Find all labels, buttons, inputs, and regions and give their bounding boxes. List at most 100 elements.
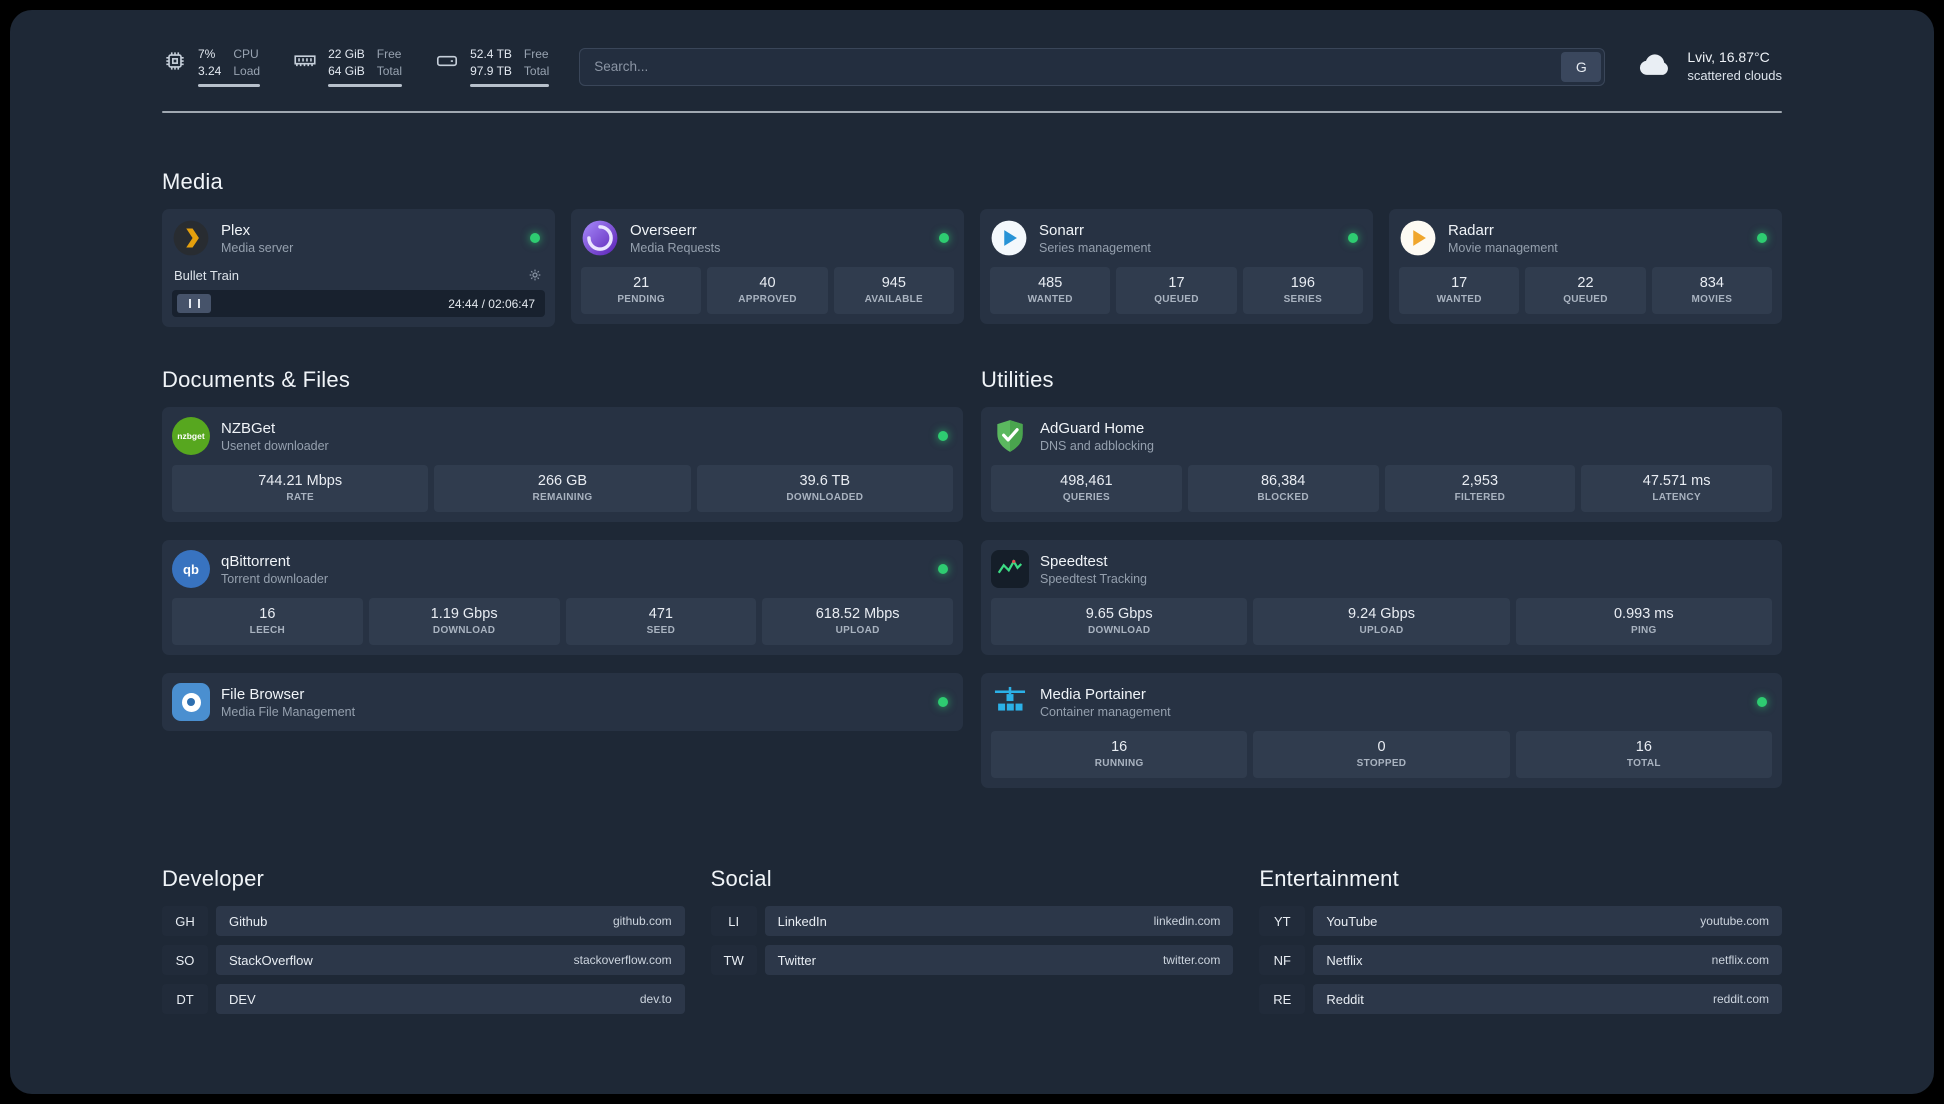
bookmarks-social: Social LI LinkedIn linkedin.com TW Twitt… [710, 866, 1234, 984]
stat-label: RATE [286, 492, 314, 503]
card-qbittorrent: qb qBittorrent Torrent downloader 16 LEE… [162, 540, 963, 655]
stat-label: AVAILABLE [864, 294, 924, 305]
speedtest-header[interactable]: Speedtest Speedtest Tracking [991, 550, 1772, 588]
search-bar[interactable]: G [579, 47, 1606, 86]
stat-tile: 21 PENDING [581, 267, 702, 314]
bookmark-name: LinkedIn [777, 913, 827, 929]
stat-tile: 40 APPROVED [707, 267, 828, 314]
bookmark-domain: youtube.com [1700, 914, 1769, 928]
nzbget-subtitle: Usenet downloader [221, 438, 329, 453]
card-speedtest: Speedtest Speedtest Tracking 9.65 Gbps D… [981, 540, 1782, 655]
bookmark-netflix[interactable]: NF Netflix netflix.com [1259, 945, 1782, 975]
stat-tile: 498,461 QUERIES [991, 465, 1182, 512]
bookmark-reddit[interactable]: RE Reddit reddit.com [1259, 984, 1782, 1014]
stat-value: 47.571 ms [1642, 473, 1711, 489]
stat-value: 17 [1168, 275, 1185, 291]
stat-tile: 86,384 BLOCKED [1187, 465, 1379, 512]
stat-value: 266 GB [537, 473, 588, 489]
pause-button[interactable] [177, 294, 211, 313]
bookmark-domain: linkedin.com [1153, 914, 1221, 928]
bookmark-name: StackOverflow [229, 952, 313, 968]
stat-tile: 266 GB REMAINING [434, 465, 691, 512]
nzbget-icon: nzbget [172, 417, 210, 455]
radarr-header[interactable]: Radarr Movie management [1399, 219, 1772, 257]
bookmark-dev[interactable]: DT DEV dev.to [162, 984, 685, 1014]
bookmark-name: YouTube [1326, 913, 1378, 929]
stat-tile: 1.19 Gbps DOWNLOAD [368, 598, 560, 645]
bookmark-name: Netflix [1326, 952, 1363, 968]
stat-value: 17 [1451, 275, 1468, 291]
player-time: 24:44 / 02:06:47 [448, 296, 535, 311]
sonarr-header[interactable]: Sonarr Series management [990, 219, 1363, 257]
stat-label: TOTAL [1626, 758, 1661, 769]
bookmark-linkedin[interactable]: LI LinkedIn linkedin.com [710, 906, 1234, 936]
bookmark-abbr: TW [710, 945, 757, 975]
qbittorrent-title: qBittorrent [221, 552, 291, 570]
radarr-icon [1399, 219, 1437, 257]
search-provider-button[interactable]: G [1561, 51, 1602, 82]
search-input[interactable] [580, 59, 1559, 74]
sonarr-subtitle: Series management [1039, 240, 1151, 255]
adguard-title: AdGuard Home [1040, 419, 1145, 437]
player-progress-bar[interactable]: 24:44 / 02:06:47 [172, 290, 545, 317]
bookmark-name: Reddit [1326, 991, 1364, 1007]
nzbget-icon-text: nzbget [177, 431, 205, 441]
stat-label: REMAINING [532, 492, 593, 503]
plex-status-dot [530, 233, 540, 243]
stat-tile: 196 SERIES [1242, 267, 1363, 314]
qbittorrent-header[interactable]: qb qBittorrent Torrent downloader [172, 550, 953, 588]
plex-title: Plex [221, 221, 251, 239]
stat-tile: 618.52 Mbps UPLOAD [762, 598, 953, 645]
card-sonarr: Sonarr Series management 485 WANTED 17 Q… [980, 209, 1373, 324]
adguard-header[interactable]: AdGuard Home DNS and adblocking [991, 417, 1772, 455]
nzbget-header[interactable]: nzbget NZBGet Usenet downloader [172, 417, 953, 455]
card-portainer: Media Portainer Container management 16 … [981, 673, 1782, 788]
stat-label: DOWNLOAD [432, 625, 496, 636]
gear-icon[interactable] [527, 267, 543, 283]
qbittorrent-status-dot [938, 564, 948, 574]
bookmark-domain: stackoverflow.com [573, 953, 672, 967]
stat-tile: 945 AVAILABLE [833, 267, 954, 314]
stat-value: 196 [1290, 275, 1315, 291]
stat-tile: 47.571 ms LATENCY [1581, 465, 1772, 512]
radarr-subtitle: Movie management [1448, 240, 1558, 255]
stat-tile: 22 QUEUED [1525, 267, 1646, 314]
qbittorrent-icon: qb [172, 550, 210, 588]
filebrowser-header[interactable]: File Browser Media File Management [172, 683, 953, 721]
stat-label: LEECH [249, 625, 286, 636]
memory-icon [292, 48, 318, 74]
now-playing-title: Bullet Train [174, 267, 240, 283]
utilities-column: Utilities AdGuard Home DNS and adblockin… [981, 367, 1782, 806]
stat-value: 834 [1699, 275, 1724, 291]
stat-label: UPLOAD [835, 625, 880, 636]
bookmarks-developer: Developer GH Github github.com SO StackO… [162, 866, 685, 1023]
bookmark-twitter[interactable]: TW Twitter twitter.com [710, 945, 1234, 975]
weather-location: Lviv, 16.87°C [1687, 48, 1770, 65]
bookmark-abbr: SO [162, 945, 208, 975]
plex-header[interactable]: Plex Media server [172, 219, 545, 257]
overseerr-header[interactable]: Overseerr Media Requests [581, 219, 954, 257]
speedtest-subtitle: Speedtest Tracking [1040, 571, 1148, 586]
stat-tile: 17 QUEUED [1116, 267, 1237, 314]
portainer-header[interactable]: Media Portainer Container management [991, 683, 1772, 721]
speedtest-title: Speedtest [1040, 552, 1108, 570]
nzbget-status-dot [938, 431, 948, 441]
portainer-subtitle: Container management [1040, 704, 1171, 719]
bookmark-github[interactable]: GH Github github.com [162, 906, 685, 936]
stat-tile: 16 RUNNING [991, 731, 1248, 778]
bookmark-domain: reddit.com [1712, 992, 1769, 1006]
bookmark-abbr: LI [710, 906, 757, 936]
filebrowser-title: File Browser [221, 685, 305, 703]
adguard-icon [991, 417, 1029, 455]
bookmark-stackoverflow[interactable]: SO StackOverflow stackoverflow.com [162, 945, 685, 975]
stat-label: WANTED [1436, 294, 1482, 305]
stat-value: 21 [633, 275, 650, 291]
stat-tile: 2,953 FILTERED [1384, 465, 1576, 512]
disk-total-label: Total [523, 63, 550, 78]
memory-free-value: 22 GiB [328, 47, 365, 62]
stat-value: 945 [881, 275, 906, 291]
filebrowser-subtitle: Media File Management [221, 704, 356, 719]
stat-label: DOWNLOAD [1087, 625, 1151, 636]
qbittorrent-icon-text: qb [183, 561, 199, 577]
bookmark-youtube[interactable]: YT YouTube youtube.com [1259, 906, 1782, 936]
